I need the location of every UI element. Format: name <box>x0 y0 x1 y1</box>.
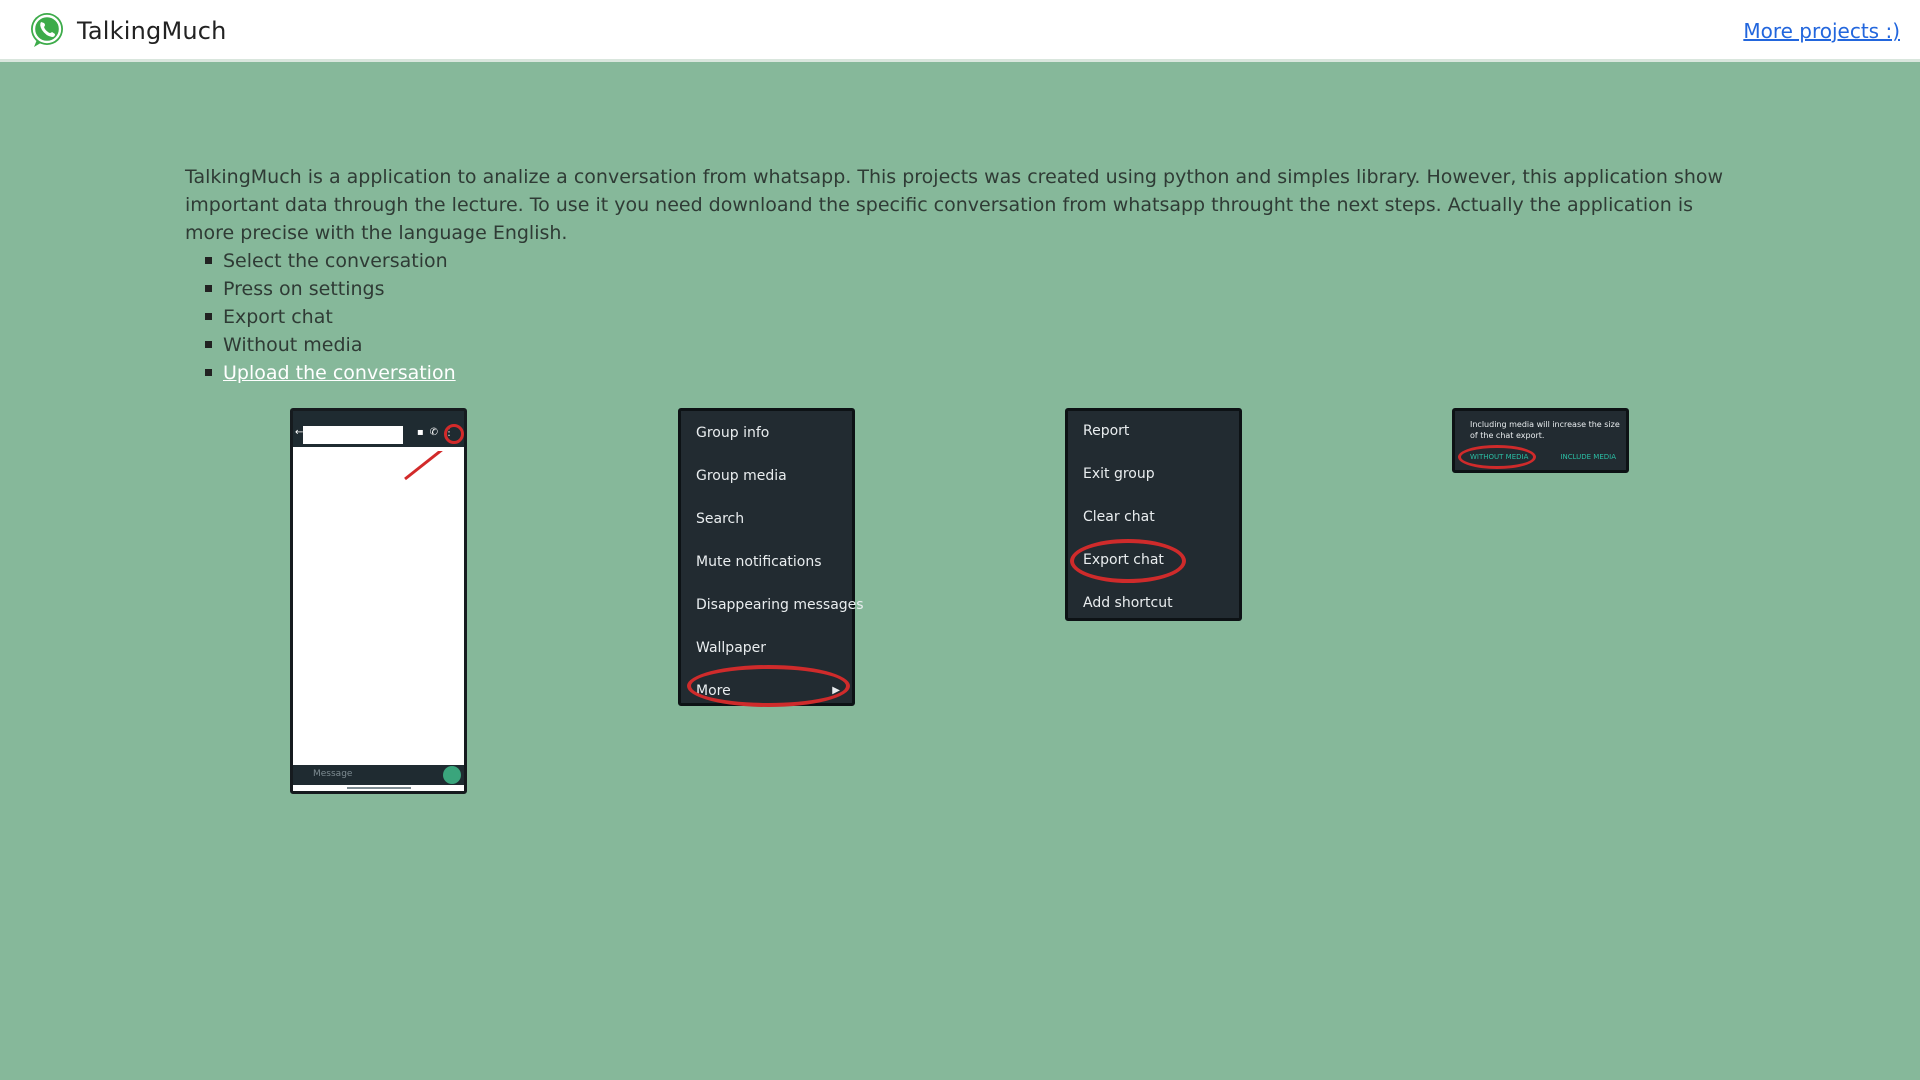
mic-icon <box>443 766 461 784</box>
more-projects-link[interactable]: More projects :) <box>1743 19 1900 43</box>
chat-name-redacted <box>303 426 403 444</box>
step-item: Select the conversation <box>205 247 1745 275</box>
message-placeholder: Message <box>313 769 353 779</box>
menu-item: Disappearing messages <box>696 597 864 613</box>
upload-conversation-link[interactable]: Upload the conversation <box>223 362 456 384</box>
highlight-without-media-ring <box>1458 445 1536 469</box>
message-input-bar: Message <box>293 765 464 785</box>
menu-item: Mute notifications <box>696 554 822 570</box>
menu-item: Group media <box>696 468 787 484</box>
menu-item: Wallpaper <box>696 640 767 656</box>
screenshot-settings-menu: Group info Group media Search Mute notif… <box>678 408 864 707</box>
intro-text: TalkingMuch is a application to analize … <box>185 166 1724 244</box>
whatsapp-logo-icon <box>31 13 63 47</box>
menu-item: Report <box>1083 423 1130 439</box>
screenshot-select-conversation: ← ▪✆⋮ Message <box>290 408 467 794</box>
step-item: Without media <box>205 331 1745 359</box>
step-item: Press on settings <box>205 275 1745 303</box>
menu-item: Exit group <box>1083 466 1155 482</box>
menu-item: Group info <box>696 425 770 441</box>
intro-section: TalkingMuch is a application to analize … <box>185 163 1745 387</box>
step-item-upload: Upload the conversation <box>205 359 1745 387</box>
navbar: TalkingMuch More projects :) <box>0 0 1920 62</box>
menu-item: Clear chat <box>1083 509 1155 525</box>
home-indicator <box>347 787 411 789</box>
menu-item: Add shortcut <box>1083 595 1173 611</box>
screenshot-more-menu: Report Exit group Clear chat Export chat… <box>1065 408 1242 621</box>
app-title: TalkingMuch <box>77 17 227 45</box>
screenshot-export-dialog: Including media will increase the size o… <box>1452 408 1629 473</box>
highlight-settings-circle <box>444 424 464 444</box>
phone-status-bar <box>293 411 464 423</box>
step-item: Export chat <box>205 303 1745 331</box>
steps-list: Select the conversation Press on setting… <box>185 247 1745 387</box>
menu-item: Search <box>696 511 745 527</box>
dialog-message: Including media will increase the size o… <box>1470 420 1620 440</box>
red-arrow-icon <box>404 451 443 481</box>
highlight-more-ring <box>687 665 850 707</box>
highlight-export-ring <box>1070 539 1186 583</box>
include-media-label: INCLUDE MEDIA <box>1560 453 1616 461</box>
